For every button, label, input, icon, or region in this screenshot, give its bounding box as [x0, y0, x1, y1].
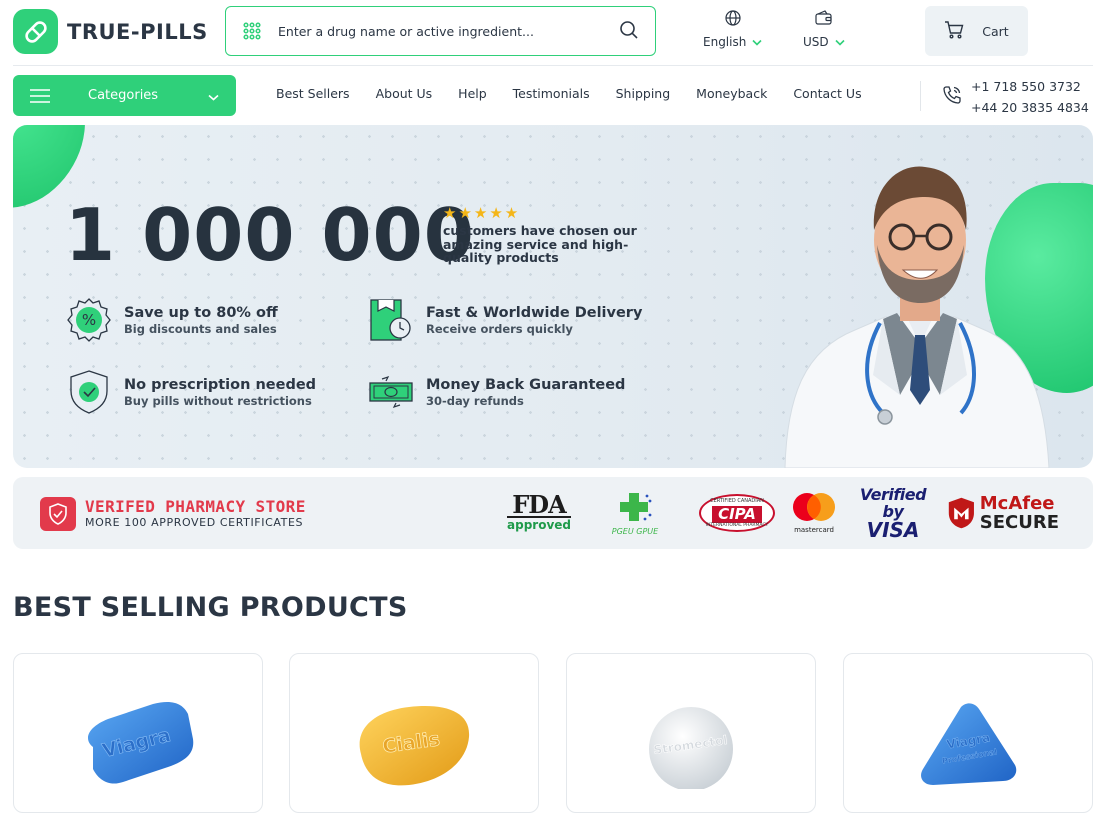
feature-subtitle: Receive orders quickly	[426, 321, 573, 336]
top-bar: TRUE-PILLS English	[13, 0, 1093, 66]
visa-text: VISA	[866, 518, 920, 542]
verified-title: VERIFED PHARMACY STORE	[85, 497, 306, 516]
secure-text: SECURE	[979, 512, 1059, 533]
phone-uk[interactable]: +44 20 3835 4834	[971, 97, 1089, 118]
pgeu-logo: PGEU GPUE	[603, 489, 667, 537]
fda-approved-logo: FDA approved	[507, 489, 571, 537]
delivery-clock-icon	[368, 297, 414, 343]
shield-check-icon	[66, 369, 112, 415]
verified-pharmacy-badge: VERIFED PHARMACY STORE MORE 100 APPROVED…	[40, 497, 306, 531]
best-selling-title: BEST SELLING PRODUCTS	[13, 592, 408, 623]
customers-note: customers have chosen our amazing servic…	[443, 223, 637, 265]
svg-text:%: %	[82, 311, 96, 329]
chevron-down-icon	[752, 35, 762, 49]
search-input[interactable]	[278, 23, 598, 39]
cipa-bottom-text: INTERNATIONAL PHARMACY	[705, 523, 769, 528]
feature-title: Money Back Guaranteed	[426, 376, 626, 393]
fda-sub-text: approved	[507, 518, 571, 532]
feature-money-back: Money Back Guaranteed 30-day refunds	[368, 369, 625, 415]
currency-label: USD	[803, 35, 829, 49]
cart-button[interactable]: Cart	[925, 6, 1028, 56]
menu-icon	[13, 88, 67, 103]
feature-no-prescription: No prescription needed Buy pills without…	[66, 369, 316, 415]
language-selector[interactable]: English	[703, 10, 762, 49]
phone-icon	[942, 85, 962, 109]
feature-delivery: Fast & Worldwide Delivery Receive orders…	[368, 297, 642, 343]
globe-icon	[725, 10, 741, 29]
nav-link-help[interactable]: Help	[458, 86, 487, 101]
cart-icon	[944, 20, 964, 42]
viagra-pill-image: Viagra	[14, 699, 262, 789]
categories-label: Categories	[88, 88, 159, 103]
fda-text: FDA	[507, 493, 571, 518]
hero-banner: 1 000 000 ★★★★★ customers have chosen ou…	[13, 125, 1093, 468]
feature-subtitle: Big discounts and sales	[124, 321, 277, 336]
currency-selector[interactable]: USD	[803, 10, 845, 49]
nav-link-moneyback[interactable]: Moneyback	[696, 86, 767, 101]
certificates-strip: VERIFED PHARMACY STORE MORE 100 APPROVED…	[13, 477, 1093, 549]
product-card[interactable]: Viagra	[13, 653, 263, 813]
visa-top-text: Verified by	[859, 485, 927, 521]
money-icon	[368, 369, 414, 415]
nav-link-contact-us[interactable]: Contact Us	[793, 86, 861, 101]
site-logo[interactable]: TRUE-PILLS	[13, 9, 208, 54]
feature-subtitle: Buy pills without restrictions	[124, 393, 312, 408]
language-label: English	[703, 35, 747, 49]
product-card[interactable]: Viagra Professional	[843, 653, 1093, 813]
mcafee-text: McAfee	[979, 493, 1055, 514]
nav-link-shipping[interactable]: Shipping	[616, 86, 671, 101]
grid-icon[interactable]	[226, 22, 278, 40]
nav-link-testimonials[interactable]: Testimonials	[513, 86, 590, 101]
doctor-image	[765, 145, 1065, 468]
brand-name: TRUE-PILLS	[67, 19, 208, 44]
feature-title: No prescription needed	[124, 376, 317, 393]
phone-us[interactable]: +1 718 550 3732	[971, 76, 1089, 97]
feature-title: Fast & Worldwide Delivery	[426, 304, 643, 321]
cart-label: Cart	[982, 23, 1009, 39]
mcafee-secure-logo: McAfee SECURE	[947, 489, 1059, 537]
chevron-down-icon	[835, 35, 845, 49]
percent-badge-icon: %	[66, 297, 112, 343]
cialis-pill-image: Cialis	[290, 699, 538, 789]
search-icon[interactable]	[619, 20, 639, 44]
feature-subtitle: 30-day refunds	[426, 393, 524, 408]
verified-by-visa-logo: Verified by VISA	[849, 485, 937, 542]
feature-discount: % Save up to 80% off Big discounts and s…	[66, 297, 278, 343]
nav-link-about-us[interactable]: About Us	[376, 86, 433, 101]
cipa-logo: CERTIFIED CANADIAN CIPA INTERNATIONAL PH…	[697, 489, 777, 537]
stromectol-pill-image: Stromectol	[567, 699, 815, 789]
mastercard-logo: mastercard	[789, 489, 839, 537]
mcafee-shield-icon	[948, 497, 974, 529]
product-card[interactable]: Cialis	[289, 653, 539, 813]
product-card[interactable]: Stromectol	[566, 653, 816, 813]
verified-subtitle: MORE 100 APPROVED CERTIFICATES	[85, 516, 304, 529]
customers-count: 1 000 000	[65, 193, 475, 277]
wallet-icon	[815, 10, 832, 29]
rating-stars-icon: ★★★★★	[443, 204, 521, 222]
shield-icon	[40, 497, 76, 531]
nav-link-best-sellers[interactable]: Best Sellers	[276, 86, 350, 101]
feature-title: Save up to 80% off	[124, 304, 278, 321]
phone-contacts: +1 718 550 3732 +44 20 3835 4834	[942, 76, 1089, 118]
categories-button[interactable]: Categories	[13, 75, 236, 116]
cipa-top-text: CERTIFIED CANADIAN	[710, 498, 764, 504]
pgeu-text: PGEU GPUE	[611, 526, 659, 536]
divider	[920, 81, 921, 111]
search-bar	[225, 6, 656, 56]
cipa-text: CIPA	[712, 506, 762, 523]
pill-logo-icon	[13, 9, 58, 54]
main-nav: Best Sellers About Us Help Testimonials …	[276, 86, 888, 101]
chevron-down-icon	[208, 86, 219, 105]
mastercard-text: mastercard	[794, 526, 834, 534]
nav-bar: Categories Best Sellers About Us Help Te…	[13, 66, 1093, 124]
viagra-professional-pill-image: Viagra Professional	[844, 699, 1092, 789]
